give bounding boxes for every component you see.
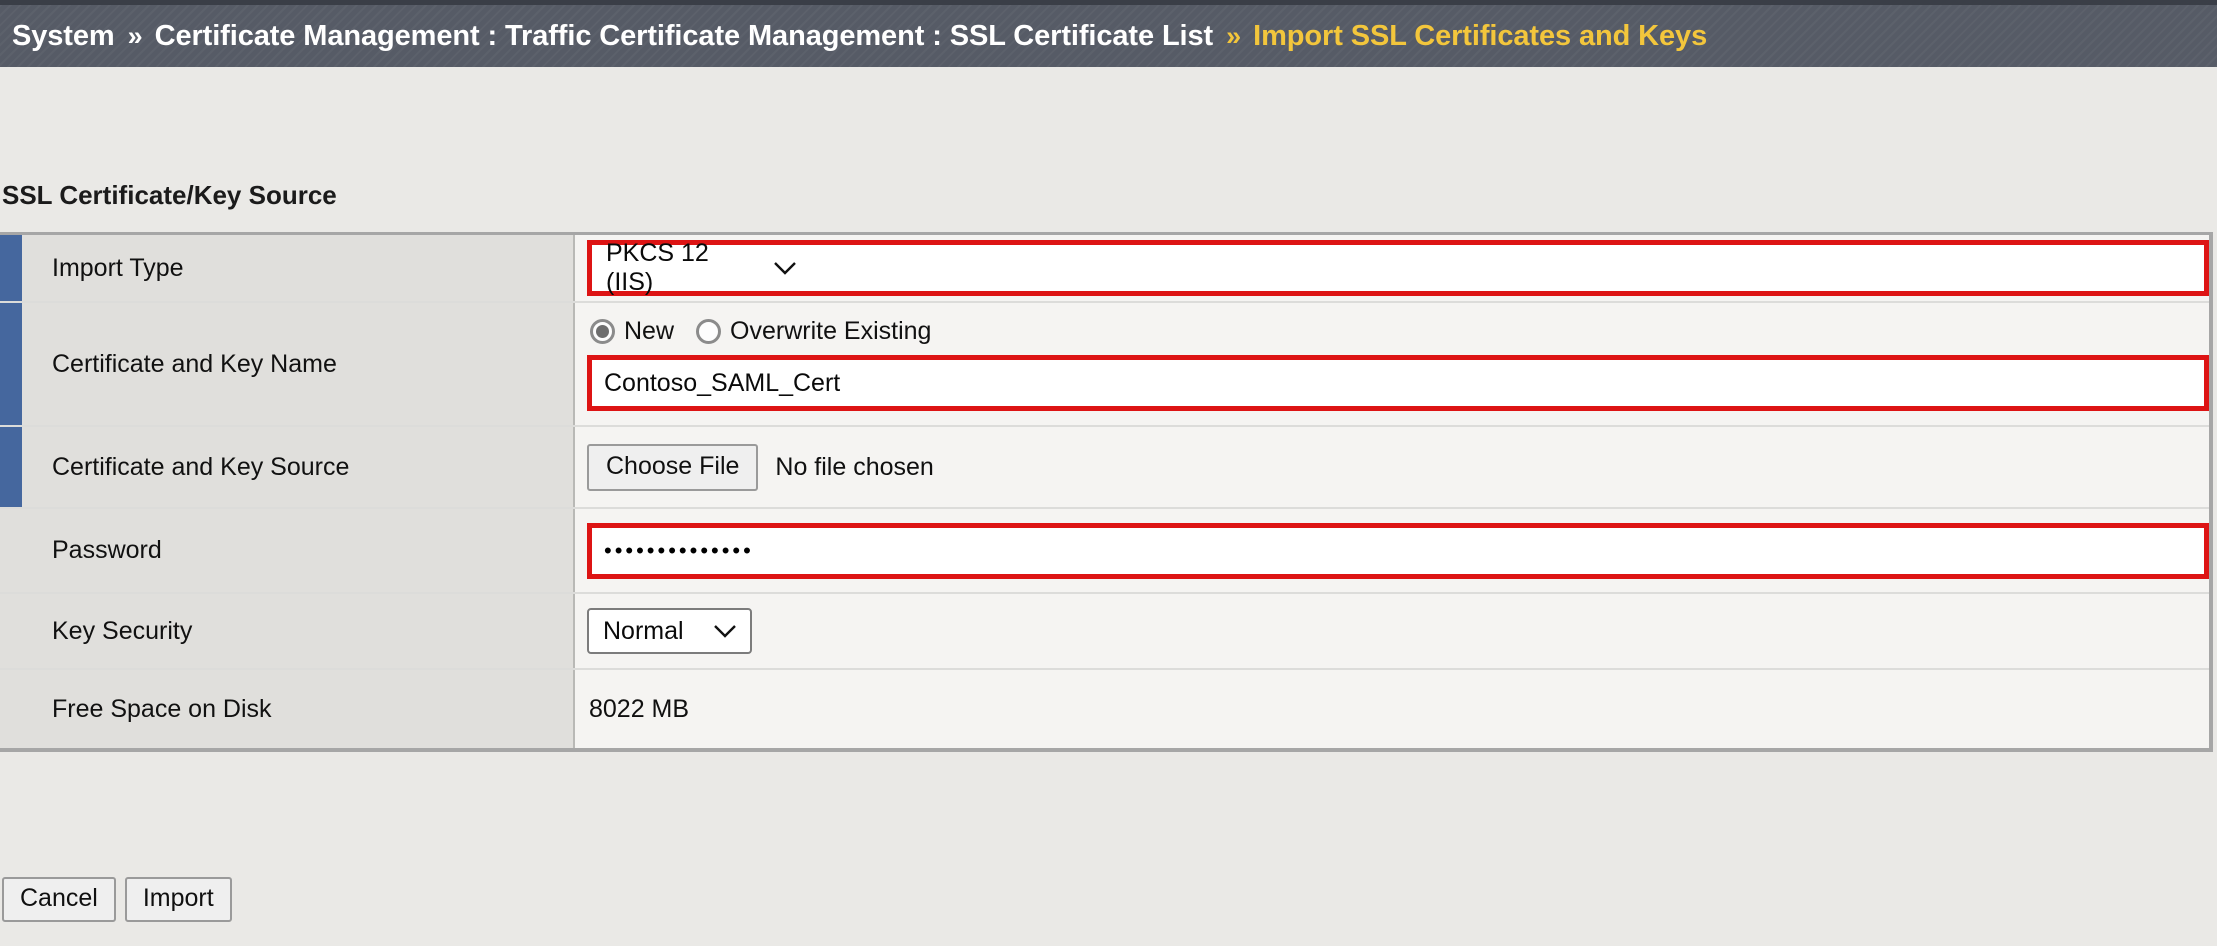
- breadcrumb-item-system[interactable]: System: [12, 20, 115, 53]
- label-free-space-on-disk: Free Space on Disk: [22, 670, 575, 748]
- import-type-select-value: PKCS 12 (IIS): [606, 239, 756, 297]
- choose-file-button[interactable]: Choose File: [587, 444, 758, 491]
- breadcrumb: System » Certificate Management : Traffi…: [0, 5, 2217, 67]
- breadcrumb-separator-icon: »: [115, 21, 155, 52]
- table-row-key-security: Key Security Normal: [0, 594, 2209, 670]
- cancel-button[interactable]: Cancel: [2, 877, 116, 922]
- value-certificate-and-key-source: Choose File No file chosen: [575, 427, 2209, 507]
- row-indicator-spacer: [0, 509, 22, 592]
- form-actions: Cancel Import: [0, 877, 232, 922]
- key-security-select-value: Normal: [603, 617, 684, 646]
- breadcrumb-item-certificate-list[interactable]: Certificate Management : Traffic Certifi…: [155, 20, 1214, 53]
- annotation-box-certificate-name: Contoso_SAML_Cert: [587, 355, 2209, 411]
- file-upload-control: Choose File No file chosen: [587, 444, 2209, 491]
- radio-new[interactable]: [590, 319, 615, 344]
- file-chosen-status: No file chosen: [775, 453, 933, 482]
- radio-overwrite-existing-label: Overwrite Existing: [730, 317, 931, 346]
- label-certificate-and-key-name: Certificate and Key Name: [22, 303, 575, 425]
- label-import-type: Import Type: [22, 235, 575, 301]
- table-row-password: Password ••••••••••••••: [0, 509, 2209, 594]
- password-input[interactable]: ••••••••••••••: [592, 528, 925, 574]
- breadcrumb-item-current-page: Import SSL Certificates and Keys: [1253, 20, 1707, 53]
- free-space-value: 8022 MB: [587, 695, 2209, 724]
- certificate-name-mode-radio-group: New Overwrite Existing: [587, 317, 2209, 346]
- chevron-down-icon: [772, 254, 798, 283]
- ssl-certificate-key-source-form: Import Type PKCS 12 (IIS) Certificate an…: [0, 232, 2213, 752]
- key-security-select[interactable]: Normal: [587, 608, 752, 654]
- certificate-name-input[interactable]: Contoso_SAML_Cert: [592, 360, 1144, 406]
- row-indicator-spacer: [0, 594, 22, 668]
- annotation-box-import-type: PKCS 12 (IIS): [587, 240, 2209, 296]
- table-row-certificate-and-key-name: Certificate and Key Name New Overwrite E…: [0, 303, 2209, 427]
- value-certificate-and-key-name: New Overwrite Existing Contoso_SAML_Cert: [575, 303, 2209, 425]
- value-password: ••••••••••••••: [575, 509, 2209, 592]
- annotation-box-password: ••••••••••••••: [587, 523, 2209, 579]
- row-indicator-spacer: [0, 670, 22, 748]
- label-certificate-and-key-source: Certificate and Key Source: [22, 427, 575, 507]
- value-free-space-on-disk: 8022 MB: [575, 670, 2209, 748]
- table-row-import-type: Import Type PKCS 12 (IIS): [0, 235, 2209, 303]
- value-key-security: Normal: [575, 594, 2209, 668]
- radio-new-label: New: [624, 317, 674, 346]
- required-field-indicator: [0, 427, 22, 507]
- radio-overwrite-existing[interactable]: [696, 319, 721, 344]
- value-import-type: PKCS 12 (IIS): [575, 235, 2209, 301]
- required-field-indicator: [0, 303, 22, 425]
- import-type-select[interactable]: PKCS 12 (IIS): [592, 245, 810, 291]
- table-row-certificate-and-key-source: Certificate and Key Source Choose File N…: [0, 427, 2209, 509]
- table-row-free-space-on-disk: Free Space on Disk 8022 MB: [0, 670, 2209, 748]
- breadcrumb-separator-accent-icon: »: [1213, 21, 1253, 52]
- page-title: SSL Certificate/Key Source: [2, 180, 337, 211]
- required-field-indicator: [0, 235, 22, 301]
- label-password: Password: [22, 509, 575, 592]
- import-button[interactable]: Import: [125, 877, 232, 922]
- chevron-down-icon: [712, 617, 738, 646]
- label-key-security: Key Security: [22, 594, 575, 668]
